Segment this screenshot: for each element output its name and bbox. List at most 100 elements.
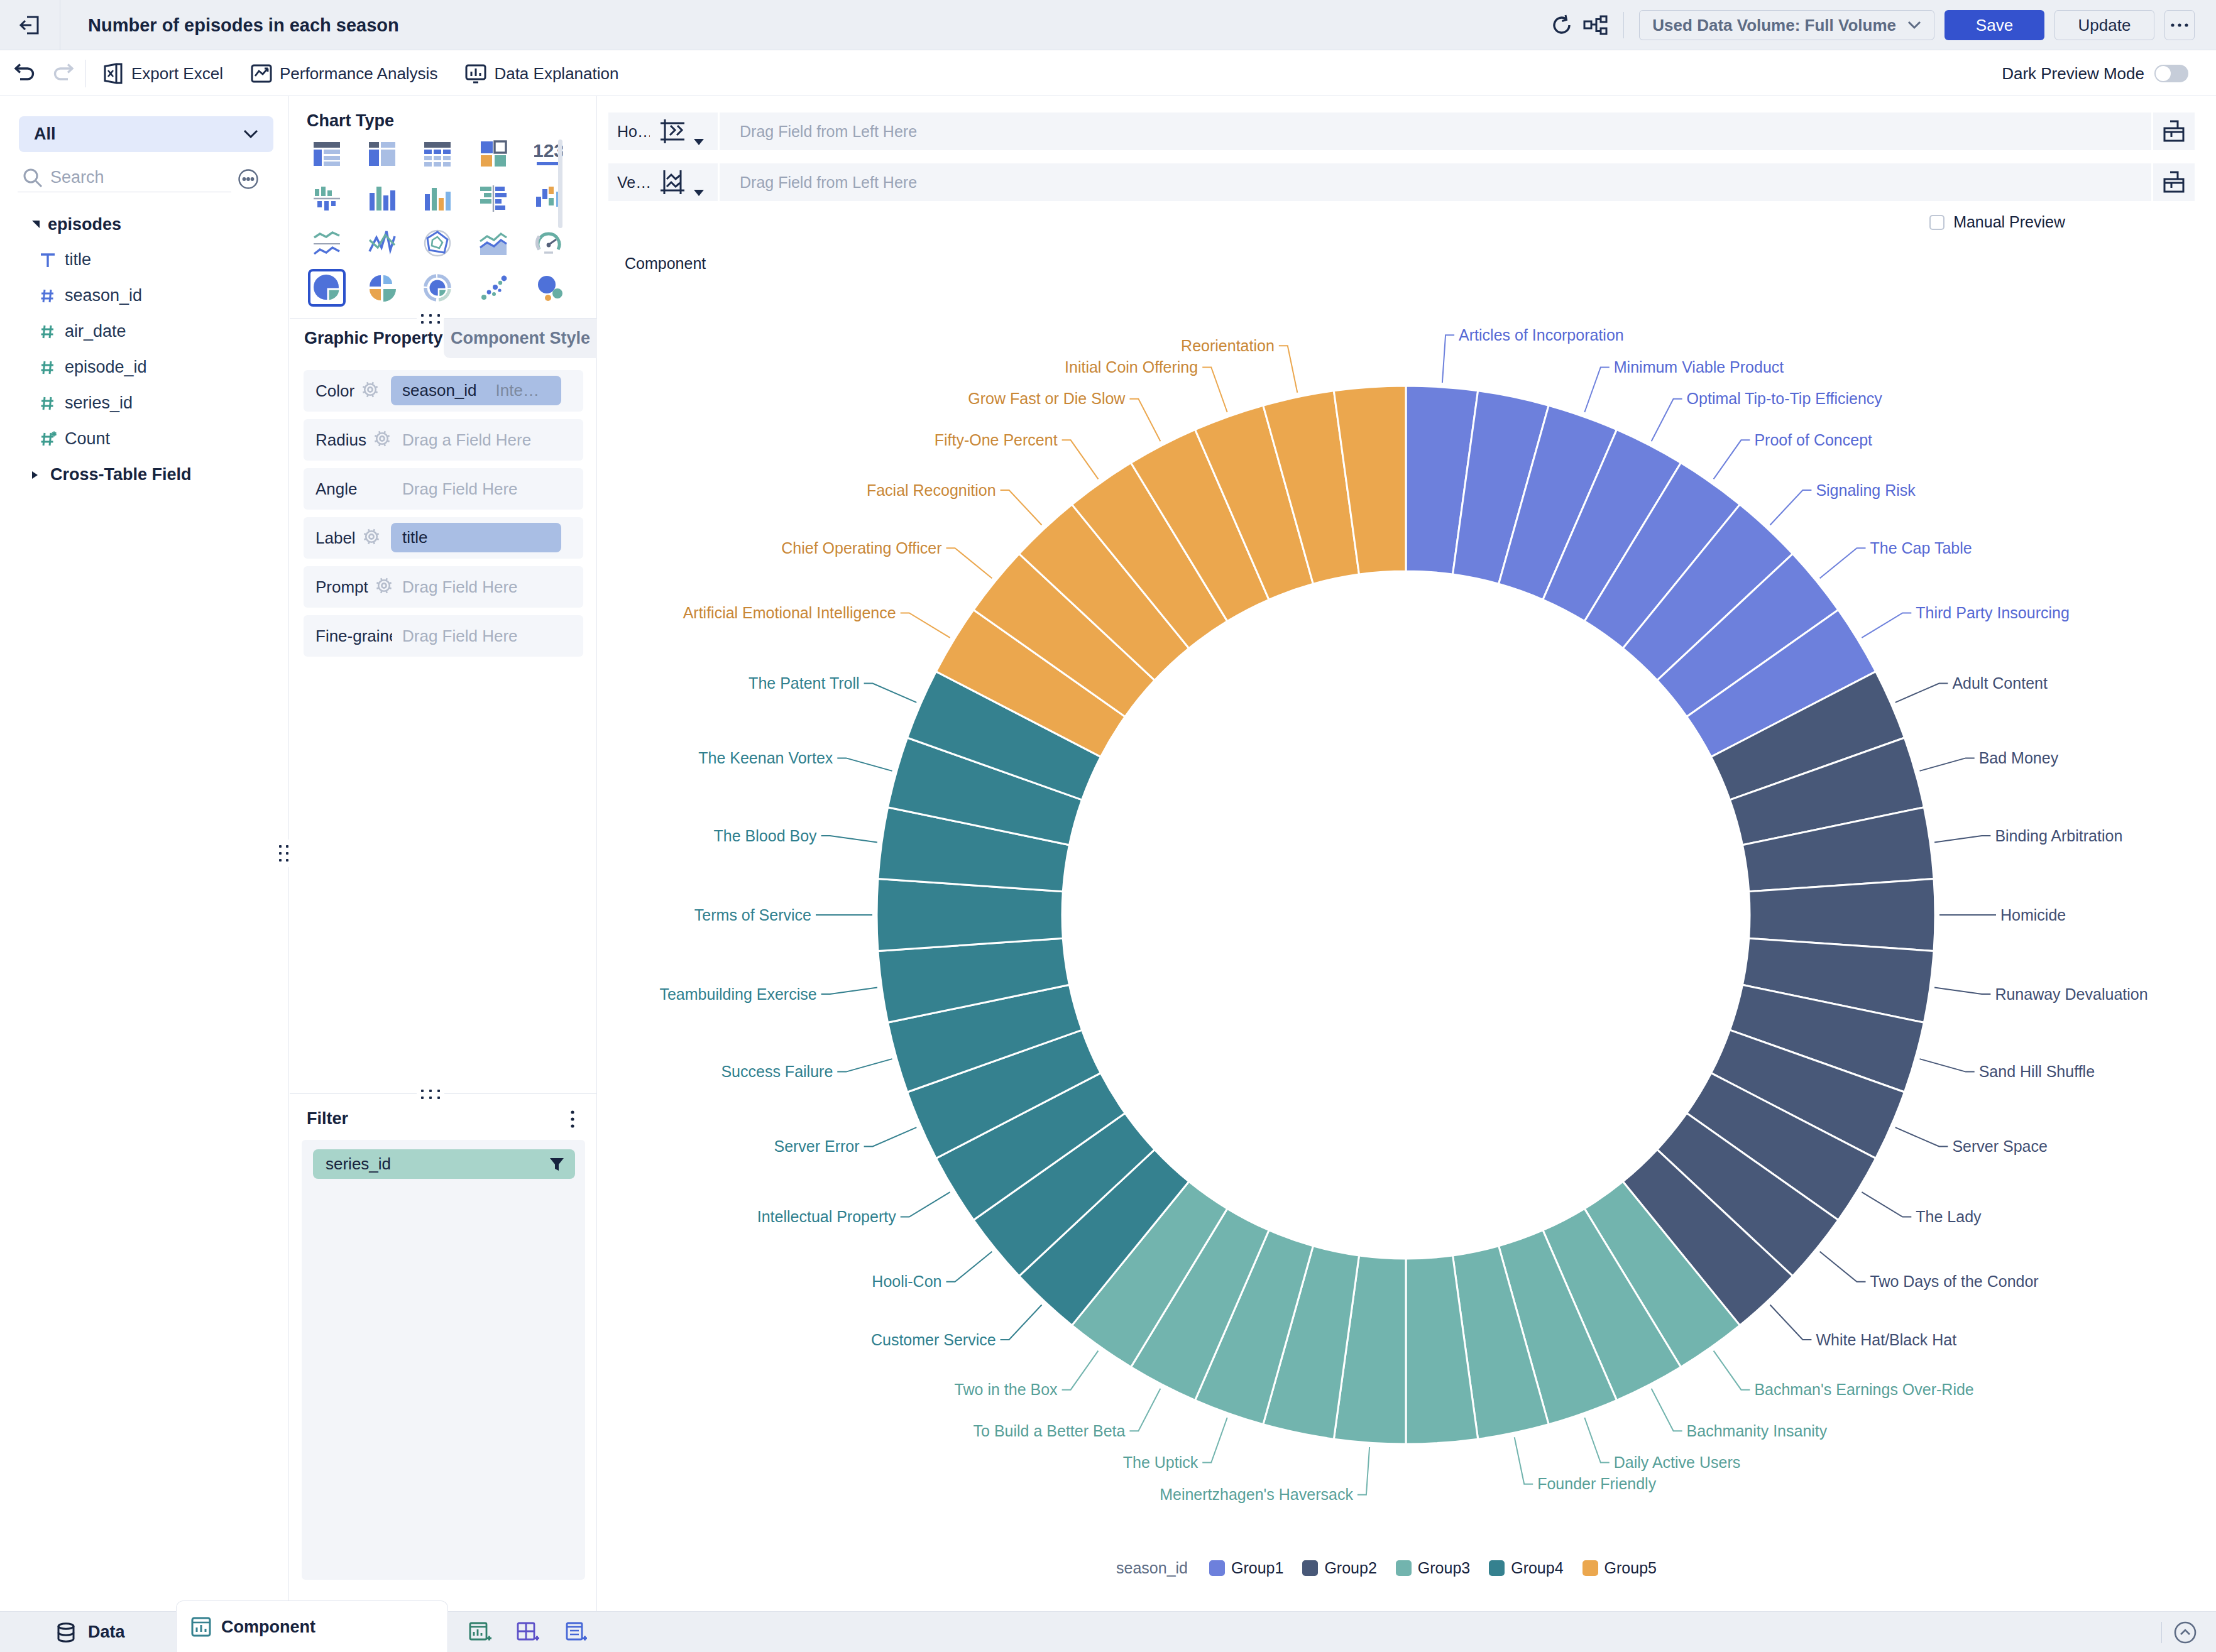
data-explanation-button[interactable]: Data Explanation	[465, 63, 618, 84]
chart-type-grouped-column[interactable]	[308, 180, 346, 217]
add-table-component-button[interactable]	[517, 1621, 539, 1644]
donut-chart[interactable]: Articles of IncorporationMinimum Viable …	[598, 96, 2216, 1611]
slice-label: White Hat/Black Hat	[1816, 1331, 1956, 1348]
field-pill-title[interactable]: title	[391, 523, 561, 552]
add-note-component-button[interactable]	[564, 1621, 587, 1644]
chart-type-radar[interactable]	[419, 224, 456, 262]
field-item-air_date[interactable]: air_date	[0, 314, 289, 349]
chart-type-pie-selected[interactable]	[308, 269, 346, 307]
label-leader-line	[1062, 440, 1099, 479]
sidebar-resize-handle[interactable]	[275, 840, 292, 867]
graphic-property-color[interactable]: Colorseason_idInte…	[304, 370, 583, 412]
gear-icon[interactable]	[375, 576, 393, 595]
gear-icon[interactable]	[362, 527, 381, 546]
data-lineage-button[interactable]	[1583, 14, 1608, 36]
ellipsis-icon	[2171, 23, 2188, 27]
tab-component-label: Component	[221, 1617, 315, 1637]
chart-type-line[interactable]	[308, 224, 346, 262]
more-button[interactable]	[2164, 10, 2195, 40]
chart-type-bar[interactable]	[474, 180, 512, 217]
field-item-title[interactable]: title	[0, 242, 289, 278]
update-button[interactable]: Update	[2054, 10, 2154, 40]
graphic-property-prompt[interactable]: PromptDrag Field Here	[304, 566, 583, 608]
chart-type-cross-table[interactable]	[419, 135, 456, 173]
field-item-Count[interactable]: Count	[0, 421, 289, 457]
export-excel-button[interactable]: Export Excel	[102, 63, 223, 84]
chart-type-column[interactable]	[363, 180, 401, 217]
slice-label: Minimum Viable Product	[1614, 358, 1784, 376]
legend-item-Group3[interactable]: Group3	[1396, 1559, 1470, 1577]
legend-item-Group1[interactable]: Group1	[1209, 1559, 1283, 1577]
slice-label: Chief Operating Officer	[781, 539, 941, 557]
search-options-icon[interactable]	[238, 168, 259, 190]
legend-item-Group4[interactable]: Group4	[1489, 1559, 1563, 1577]
chart-type-grouped-table[interactable]	[308, 135, 346, 173]
add-chart-component-button[interactable]	[469, 1621, 491, 1644]
performance-analysis-icon	[251, 63, 272, 84]
back-button[interactable]	[0, 0, 60, 50]
edit-toolbar: Export Excel Performance Analysis Data E…	[0, 51, 2216, 96]
chart-type-dashboard-icon	[479, 139, 508, 168]
tab-component-style[interactable]: Component Style	[444, 319, 597, 358]
legend-item-Group2[interactable]: Group2	[1302, 1559, 1376, 1577]
graphic-property-label[interactable]: Labeltitle	[304, 517, 583, 559]
cross-table-field-node[interactable]: Cross-Table Field	[0, 457, 289, 493]
back-icon	[18, 13, 42, 37]
tab-component[interactable]: Component	[176, 1600, 448, 1652]
gear-icon[interactable]	[373, 429, 392, 448]
gear-icon[interactable]	[361, 380, 380, 399]
tab-graphic-property[interactable]: Graphic Property	[304, 319, 443, 358]
data-volume-select[interactable]: Used Data Volume: Full Volume	[1639, 10, 1934, 40]
field-item-season_id[interactable]: season_id	[0, 278, 289, 314]
collapse-panel-button[interactable]	[2173, 1621, 2197, 1644]
field-pill-season_id[interactable]: season_idInte…	[391, 376, 561, 405]
property-label: Angle	[315, 479, 358, 499]
filter-resize-handle[interactable]	[417, 1086, 444, 1102]
dark-preview-mode-toggle[interactable]	[2154, 65, 2188, 82]
field-item-series_id[interactable]: series_id	[0, 385, 289, 421]
chart-type-detail-table[interactable]	[363, 135, 401, 173]
chart-type-area[interactable]	[474, 224, 512, 262]
field-pill-label: season_id	[402, 381, 477, 400]
legend-swatch	[1302, 1560, 1318, 1576]
chart-type-donut-rose[interactable]	[419, 269, 456, 307]
performance-analysis-button[interactable]: Performance Analysis	[251, 63, 437, 84]
chart-type-combo-line[interactable]	[363, 224, 401, 262]
refresh-button[interactable]	[1550, 14, 1573, 36]
slice-label: Adult Content	[1952, 674, 2048, 692]
legend-item-Group5[interactable]: Group5	[1582, 1559, 1657, 1577]
chart-type-scrollbar[interactable]	[558, 139, 562, 228]
chart-type-bubble[interactable]	[530, 269, 568, 307]
table-scope-select[interactable]: All	[19, 116, 273, 152]
table-node-episodes[interactable]: episodes	[0, 207, 289, 242]
search-input[interactable]: Search	[50, 168, 104, 187]
chart-type-dashboard[interactable]	[474, 135, 512, 173]
graphic-property-radius[interactable]: RadiusDrag a Field Here	[304, 419, 583, 461]
chevron-up-circle-icon	[2173, 1621, 2197, 1644]
legend-label: Group2	[1324, 1559, 1376, 1577]
chart-type-gauge[interactable]	[530, 224, 568, 262]
undo-button[interactable]	[13, 63, 35, 84]
redo-button[interactable]	[53, 63, 75, 84]
graphic-property-fine-grained[interactable]: Fine-grainedDrag Field Here	[304, 615, 583, 657]
filter-title: Filter	[307, 1109, 348, 1129]
save-button[interactable]: Save	[1944, 10, 2044, 40]
filter-dropzone[interactable]: series_id	[302, 1140, 585, 1580]
database-icon	[57, 1622, 75, 1643]
chart-type-line-icon	[312, 229, 341, 258]
slice-label: Bad Money	[1979, 749, 2059, 767]
graphic-property-angle[interactable]: AngleDrag Field Here	[304, 468, 583, 510]
field-item-episode_id[interactable]: episode_id	[0, 349, 289, 385]
field-type-icon-number	[38, 322, 57, 341]
chart-type-multi-pie[interactable]	[363, 269, 401, 307]
slice-label: Signaling Risk	[1816, 481, 1916, 499]
chart-type-multi-column[interactable]	[419, 180, 456, 217]
label-leader-line	[1714, 440, 1750, 479]
label-leader-line	[837, 758, 892, 771]
tab-data[interactable]: Data	[57, 1612, 125, 1652]
add-table-icon	[517, 1621, 539, 1644]
filter-pill-series-id[interactable]: series_id	[313, 1149, 575, 1179]
chart-type-scatter[interactable]	[474, 269, 512, 307]
search-icon	[23, 168, 43, 188]
filter-menu-button[interactable]	[564, 1109, 581, 1129]
